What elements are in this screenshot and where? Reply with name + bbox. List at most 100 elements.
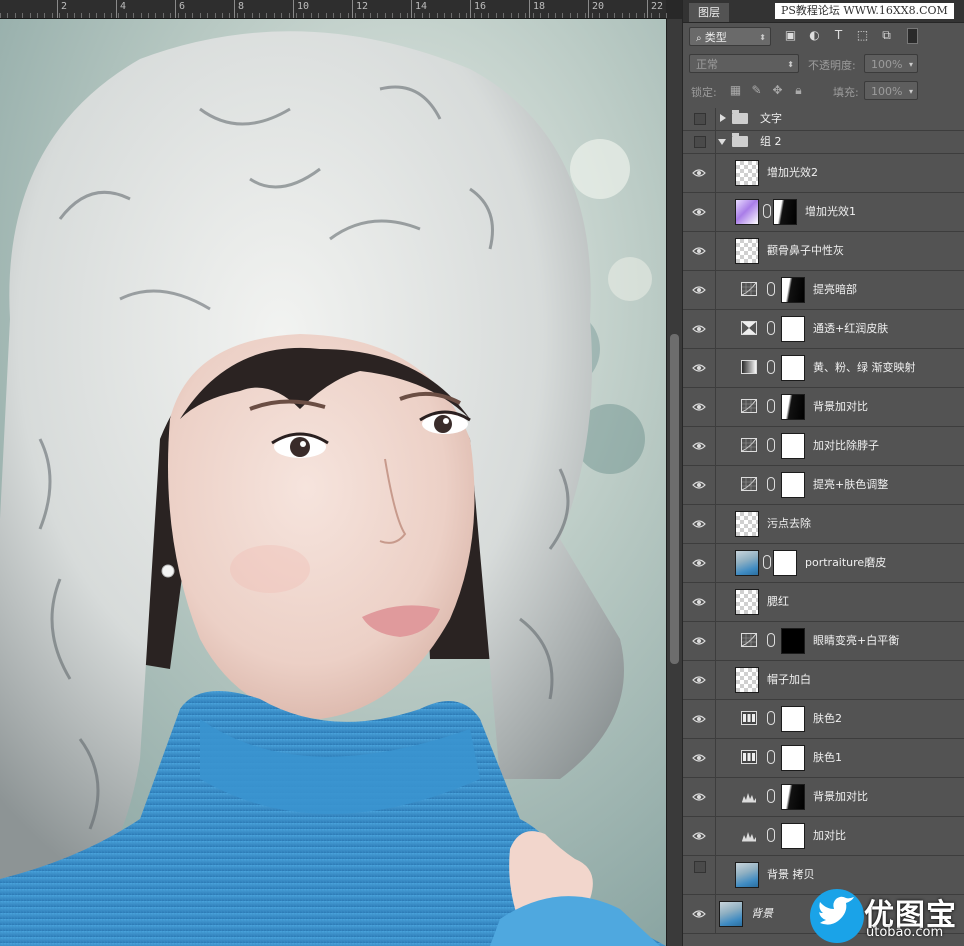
type-filter-icon[interactable]: T — [831, 28, 846, 43]
layer-row[interactable]: 颧骨鼻子中性灰 — [683, 232, 964, 271]
layer-row[interactable]: 文字 — [683, 108, 964, 131]
layer-visibility-toggle[interactable] — [683, 817, 716, 855]
layer-visibility-toggle[interactable] — [683, 544, 716, 582]
opacity-input[interactable]: 100% ▾ — [864, 54, 918, 73]
layer-mask-thumbnail[interactable] — [781, 355, 805, 381]
layer-name[interactable]: 背景 — [751, 895, 773, 933]
layer-visibility-toggle[interactable] — [683, 856, 716, 894]
layer-mask-thumbnail[interactable] — [781, 394, 805, 420]
collapsed-arrow-icon[interactable] — [720, 114, 726, 122]
layer-visibility-toggle[interactable] — [683, 661, 716, 699]
layer-visibility-toggle[interactable] — [683, 778, 716, 816]
layer-thumbnail[interactable] — [735, 199, 759, 225]
layer-visibility-toggle[interactable] — [683, 427, 716, 465]
filter-toggle-icon[interactable] — [907, 28, 918, 44]
layer-visibility-toggle[interactable] — [683, 193, 716, 231]
layer-thumbnail[interactable] — [735, 238, 759, 264]
layer-name[interactable]: 黄、粉、绿 渐变映射 — [813, 349, 916, 387]
smart-object-filter-icon[interactable]: ⧉ — [879, 28, 894, 43]
layer-row[interactable]: 肤色2 — [683, 700, 964, 739]
layer-row[interactable]: 帽子加白 — [683, 661, 964, 700]
shape-filter-icon[interactable]: ⬚ — [855, 28, 870, 43]
layer-name[interactable]: 提亮+肤色调整 — [813, 466, 888, 504]
layer-thumbnail[interactable] — [735, 667, 759, 693]
layer-thumbnail[interactable] — [719, 901, 743, 927]
link-icon[interactable] — [767, 360, 775, 374]
layer-row[interactable]: 增加光效2 — [683, 154, 964, 193]
layer-name[interactable]: 肤色2 — [813, 700, 842, 738]
layer-mask-thumbnail[interactable] — [781, 823, 805, 849]
layer-visibility-toggle[interactable] — [683, 505, 716, 543]
layer-visibility-toggle[interactable] — [683, 349, 716, 387]
document-canvas-area[interactable]: 2 4 6 8 10 12 14 16 18 20 22 — [0, 0, 682, 946]
layer-visibility-toggle[interactable] — [683, 232, 716, 270]
layer-name[interactable]: 颧骨鼻子中性灰 — [767, 232, 844, 270]
lock-brush-icon[interactable]: ✎ — [749, 83, 764, 98]
layer-name[interactable]: 加对比 — [813, 817, 846, 855]
link-icon[interactable] — [767, 711, 775, 725]
link-icon[interactable] — [767, 321, 775, 335]
layer-thumbnail[interactable] — [735, 160, 759, 186]
lock-position-icon[interactable]: ✥ — [770, 83, 785, 98]
link-icon[interactable] — [767, 789, 775, 803]
adjustment-filter-icon[interactable]: ◐ — [807, 28, 822, 43]
lock-transparent-icon[interactable]: ▦ — [728, 83, 743, 98]
layer-name[interactable]: 背景加对比 — [813, 778, 868, 816]
layer-mask-thumbnail[interactable] — [781, 433, 805, 459]
layer-visibility-toggle[interactable] — [683, 388, 716, 426]
layer-name[interactable]: 肤色1 — [813, 739, 842, 777]
layer-mask-thumbnail[interactable] — [781, 745, 805, 771]
layer-row[interactable]: 眼睛变亮+白平衡 — [683, 622, 964, 661]
blend-mode-select[interactable]: 正常 ⬍ — [689, 54, 799, 73]
link-icon[interactable] — [767, 438, 775, 452]
layer-visibility-toggle[interactable] — [683, 583, 716, 621]
photo-canvas[interactable] — [0, 19, 666, 946]
layer-row[interactable]: 背景加对比 — [683, 388, 964, 427]
layer-visibility-toggle[interactable] — [683, 154, 716, 192]
layer-thumbnail[interactable] — [735, 862, 759, 888]
link-icon[interactable] — [767, 633, 775, 647]
vertical-scrollbar[interactable] — [666, 19, 682, 946]
layer-row[interactable]: 增加光效1 — [683, 193, 964, 232]
link-icon[interactable] — [767, 399, 775, 413]
layer-row[interactable]: 加对比 — [683, 817, 964, 856]
expanded-arrow-icon[interactable] — [718, 139, 726, 145]
layer-mask-thumbnail[interactable] — [773, 550, 797, 576]
filter-kind-select[interactable]: ⌕ 类型 ⬍ — [689, 27, 771, 46]
layer-visibility-toggle[interactable] — [683, 271, 716, 309]
lock-all-icon[interactable]: 🔒︎ — [791, 83, 806, 98]
layer-name[interactable]: 加对比除脖子 — [813, 427, 879, 465]
layer-row[interactable]: 加对比除脖子 — [683, 427, 964, 466]
layer-mask-thumbnail[interactable] — [781, 706, 805, 732]
layer-mask-thumbnail[interactable] — [781, 628, 805, 654]
link-icon[interactable] — [767, 750, 775, 764]
layer-visibility-toggle[interactable] — [683, 466, 716, 504]
layer-mask-thumbnail[interactable] — [773, 199, 797, 225]
layer-mask-thumbnail[interactable] — [781, 472, 805, 498]
layer-mask-thumbnail[interactable] — [781, 316, 805, 342]
layer-visibility-toggle[interactable] — [683, 131, 716, 153]
layer-visibility-toggle[interactable] — [683, 700, 716, 738]
layer-name[interactable]: 帽子加白 — [767, 661, 811, 699]
layer-row[interactable]: 组 2 — [683, 131, 964, 154]
layer-mask-thumbnail[interactable] — [781, 784, 805, 810]
layer-visibility-toggle[interactable] — [683, 108, 716, 130]
layer-thumbnail[interactable] — [735, 589, 759, 615]
layer-name[interactable]: portraiture磨皮 — [805, 544, 886, 582]
layer-row[interactable]: portraiture磨皮 — [683, 544, 964, 583]
layer-mask-thumbnail[interactable] — [781, 277, 805, 303]
layer-visibility-toggle[interactable] — [683, 310, 716, 348]
layer-visibility-toggle[interactable] — [683, 622, 716, 660]
layer-visibility-toggle[interactable] — [683, 895, 716, 933]
layer-thumbnail[interactable] — [735, 511, 759, 537]
layer-name[interactable]: 腮红 — [767, 583, 789, 621]
layer-thumbnail[interactable] — [735, 550, 759, 576]
layer-name[interactable]: 污点去除 — [767, 505, 811, 543]
layer-name[interactable]: 背景加对比 — [813, 388, 868, 426]
link-icon[interactable] — [767, 828, 775, 842]
link-icon[interactable] — [767, 282, 775, 296]
layer-name[interactable]: 组 2 — [760, 131, 782, 153]
layer-name[interactable]: 增加光效2 — [767, 154, 818, 192]
horizontal-ruler[interactable]: 2 4 6 8 10 12 14 16 18 20 22 — [0, 0, 667, 19]
layer-row[interactable]: 肤色1 — [683, 739, 964, 778]
